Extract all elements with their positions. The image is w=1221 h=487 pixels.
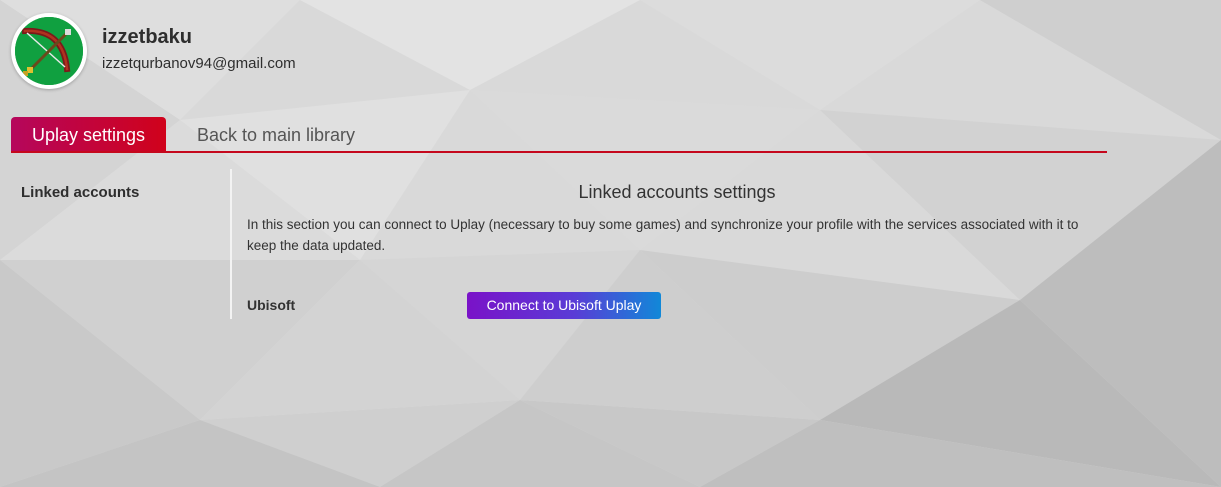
settings-tabs: Uplay settings Back to main library bbox=[11, 117, 1107, 153]
username: izzetbaku bbox=[102, 26, 193, 48]
avatar-image bbox=[15, 17, 83, 85]
section-title: Linked accounts settings bbox=[578, 182, 776, 202]
avatar[interactable] bbox=[11, 13, 87, 89]
user-email: izzetqurbanov94@gmail.com bbox=[102, 55, 296, 72]
sidebar-item-linked-accounts[interactable]: Linked accounts bbox=[21, 184, 139, 201]
tab-uplay-settings[interactable]: Uplay settings bbox=[11, 117, 166, 151]
tab-back-to-main-library[interactable]: Back to main library bbox=[197, 117, 355, 151]
tab-underline bbox=[11, 151, 1107, 153]
profile-settings-page: izzetbaku izzetqurbanov94@gmail.com Upla… bbox=[0, 0, 1221, 487]
connect-ubisoft-uplay-button[interactable]: Connect to Ubisoft Uplay bbox=[467, 292, 661, 319]
bow-and-arrow-icon bbox=[15, 17, 83, 85]
section-description: In this section you can connect to Uplay… bbox=[247, 217, 1079, 253]
service-label-ubisoft: Ubisoft bbox=[247, 297, 296, 313]
